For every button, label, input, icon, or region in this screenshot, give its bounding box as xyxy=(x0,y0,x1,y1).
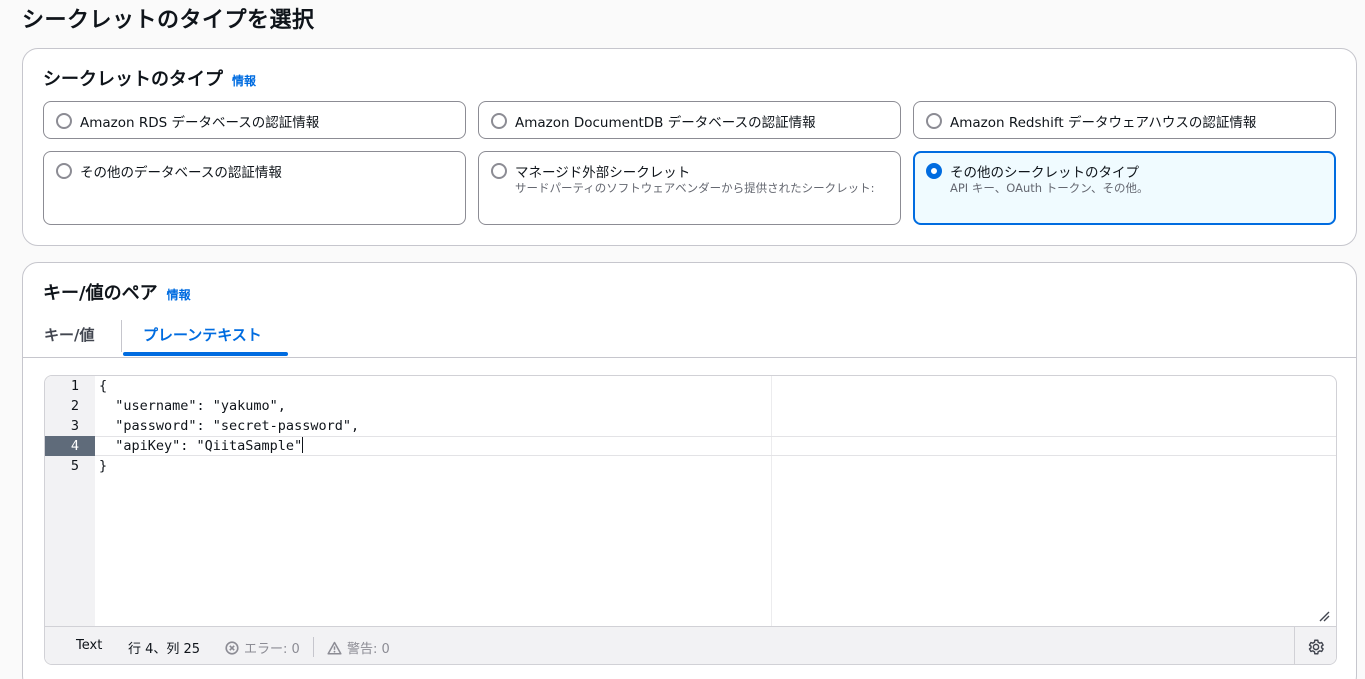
code-line[interactable]: "username": "yakumo", xyxy=(99,396,286,416)
code-line[interactable]: } xyxy=(99,456,107,476)
secret-type-option-documentdb[interactable]: Amazon DocumentDB データベースの認証情報 xyxy=(478,101,901,139)
line-number-gutter: 1 2 3 4 5 xyxy=(45,376,95,626)
secret-type-option-other-database[interactable]: その他のデータベースの認証情報 xyxy=(43,151,466,225)
key-value-heading: キー/値のペア xyxy=(43,283,158,304)
resize-handle-icon[interactable] xyxy=(1318,610,1330,622)
secret-type-option-other-secret[interactable]: その他のシークレットのタイプ API キー、OAuth トークン、その他。 xyxy=(913,151,1336,225)
line-number: 1 xyxy=(70,378,79,394)
line-number: 2 xyxy=(70,398,79,414)
tab-plaintext[interactable]: プレーンテキスト xyxy=(143,324,262,345)
text-cursor xyxy=(302,437,304,453)
print-margin xyxy=(771,376,772,626)
secret-type-option-redshift[interactable]: Amazon Redshift データウェアハウスの認証情報 xyxy=(913,101,1336,139)
gear-icon xyxy=(1308,639,1324,655)
editor-mode: Text xyxy=(76,638,103,653)
key-value-header: キー/値のペア 情報 xyxy=(43,279,191,305)
radio-button[interactable] xyxy=(56,113,72,129)
secret-type-option-managed-external[interactable]: マネージド外部シークレット サードパーティのソフトウェアベンダーから提供されたシ… xyxy=(478,151,901,225)
radio-button-selected[interactable] xyxy=(926,163,942,179)
code-line-active[interactable]: "apiKey": "QiitaSample" xyxy=(99,436,304,456)
editor-settings-button[interactable] xyxy=(1294,627,1336,664)
line-number: 3 xyxy=(70,418,79,434)
radio-button[interactable] xyxy=(926,113,942,129)
line-number-active: 4 xyxy=(45,436,95,456)
radio-button[interactable] xyxy=(56,163,72,179)
cursor-position: 行 4、列 25 xyxy=(128,642,201,657)
secret-type-heading: シークレットのタイプ xyxy=(43,69,223,90)
radio-button[interactable] xyxy=(491,163,507,179)
code-text-area[interactable]: { "username": "yakumo", "password": "sec… xyxy=(95,376,1336,626)
code-editor[interactable]: 1 2 3 4 5 { "username": "yakumo", "passw… xyxy=(44,375,1337,665)
key-value-info-link[interactable]: 情報 xyxy=(167,286,191,303)
warning-triangle-icon xyxy=(327,641,342,655)
code-line[interactable]: { xyxy=(99,376,107,396)
secret-type-info-link[interactable]: 情報 xyxy=(232,72,256,89)
secret-type-header: シークレットのタイプ 情報 xyxy=(43,65,256,91)
tab-divider xyxy=(121,320,122,352)
option-label: その他のシークレットのタイプ xyxy=(950,165,1139,181)
option-label: Amazon Redshift データウェアハウスの認証情報 xyxy=(950,115,1257,131)
editor-status-bar: Text 行 4、列 25 エラー: 0 警告: 0 xyxy=(45,626,1336,664)
status-divider xyxy=(313,637,314,657)
line-number: 5 xyxy=(70,458,79,474)
code-line-text: "apiKey": "QiitaSample" xyxy=(99,438,303,454)
error-count-label: エラー: 0 xyxy=(244,642,300,657)
secret-type-panel: シークレットのタイプ 情報 Amazon RDS データベースの認証情報 Ama… xyxy=(22,48,1357,246)
key-value-panel: キー/値のペア 情報 キー/値 プレーンテキスト 1 2 3 4 5 { "us… xyxy=(22,262,1357,679)
tab-key-value[interactable]: キー/値 xyxy=(44,324,94,345)
error-count[interactable]: エラー: 0 xyxy=(225,638,300,657)
code-line[interactable]: "password": "secret-password", xyxy=(99,416,359,436)
page-title: シークレットのタイプを選択 xyxy=(22,8,315,33)
option-description: API キー、OAuth トークン、その他。 xyxy=(950,181,1149,195)
tab-bar: キー/値 プレーンテキスト xyxy=(23,320,1356,358)
option-label: マネージド外部シークレット xyxy=(515,165,691,181)
warning-count[interactable]: 警告: 0 xyxy=(327,638,390,657)
secret-type-option-rds[interactable]: Amazon RDS データベースの認証情報 xyxy=(43,101,466,139)
active-tab-indicator xyxy=(123,352,288,356)
option-label: Amazon RDS データベースの認証情報 xyxy=(80,115,320,131)
error-circle-icon xyxy=(225,640,239,655)
option-label: その他のデータベースの認証情報 xyxy=(80,165,282,181)
radio-button[interactable] xyxy=(491,113,507,129)
option-label: Amazon DocumentDB データベースの認証情報 xyxy=(515,115,816,131)
option-description: サードパーティのソフトウェアベンダーから提供されたシークレット: xyxy=(515,181,875,195)
warning-count-label: 警告: 0 xyxy=(347,642,390,657)
